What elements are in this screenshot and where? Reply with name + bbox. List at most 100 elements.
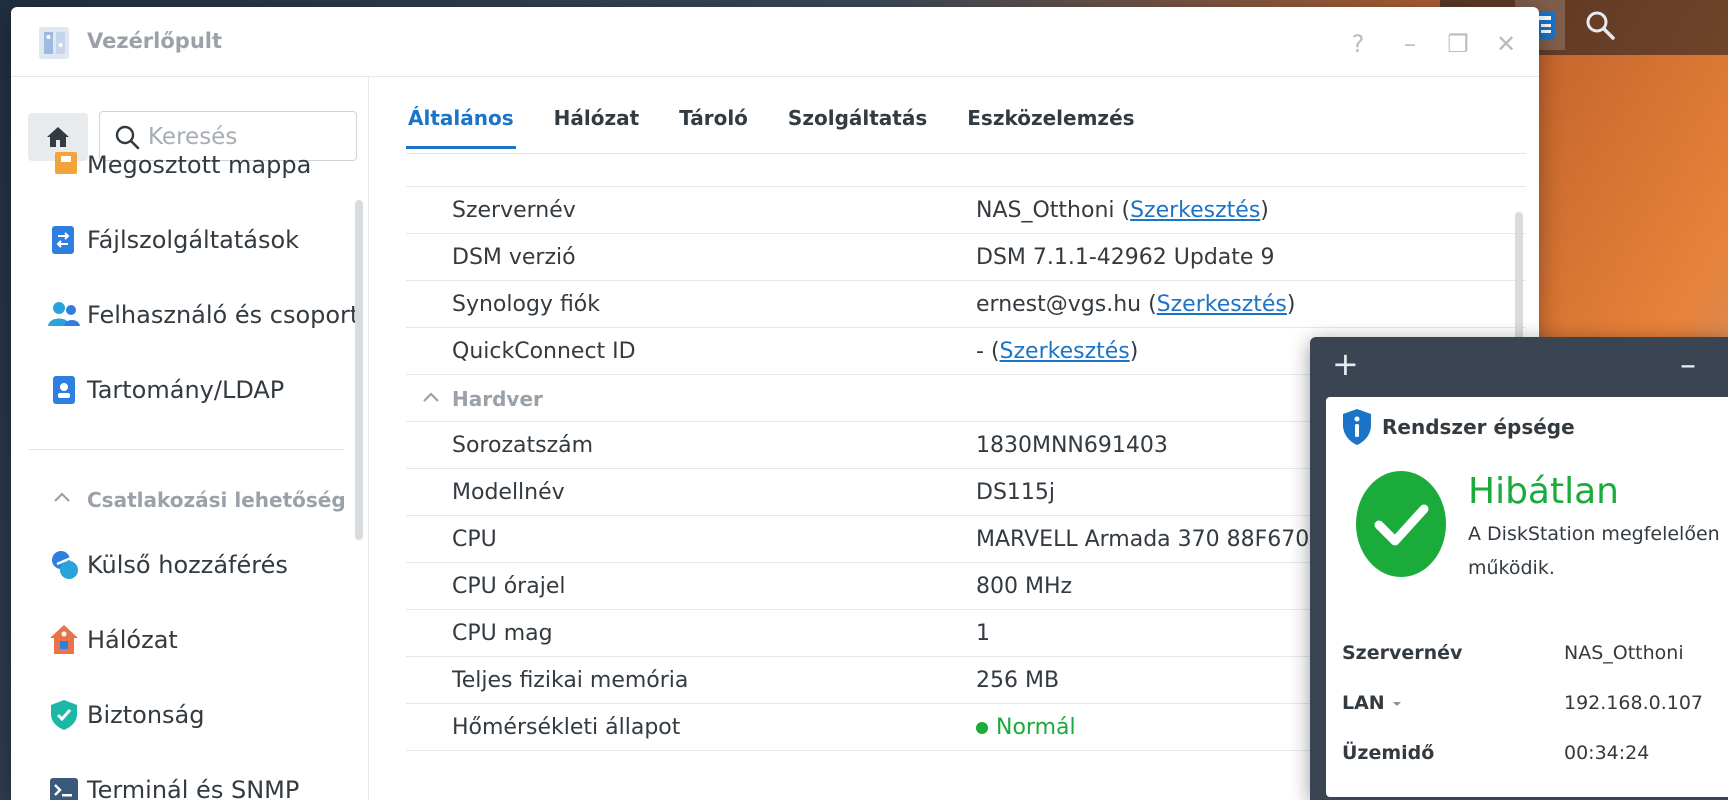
- row-key: QuickConnect ID: [452, 339, 636, 364]
- widget-panel: + – Rendszer épsége Hibátlan A DiskStati…: [1310, 337, 1728, 800]
- widget-row-key: Üzemidő: [1342, 742, 1435, 764]
- user-group-icon: [47, 298, 81, 332]
- table-row-partial: [406, 165, 1526, 187]
- row-value: 256 MB: [976, 668, 1060, 693]
- sidebar-item-user-group[interactable]: Felhasználó és csoport: [11, 285, 359, 345]
- row-key: Synology fiók: [452, 292, 600, 317]
- close-button[interactable]: ✕: [1489, 27, 1523, 61]
- sidebar-item-label: Tartomány/LDAP: [87, 376, 285, 404]
- control-panel-app-icon: [37, 25, 71, 61]
- tab-underline-divider: [406, 153, 1526, 154]
- row-value: DSM 7.1.1-42962 Update 9: [976, 245, 1275, 270]
- sidebar-scrollbar[interactable]: [355, 200, 363, 540]
- row-value: - (Szerkesztés): [976, 339, 1139, 364]
- tab-network[interactable]: Hálózat: [552, 99, 642, 149]
- group-label: Hardver: [452, 387, 543, 411]
- sidebar-item-shared-folder[interactable]: Megosztott mappa: [11, 135, 351, 195]
- sidebar-item-external-access[interactable]: Külső hozzáférés: [11, 535, 351, 595]
- row-key: CPU: [452, 527, 497, 552]
- system-health-widget: Rendszer épsége Hibátlan A DiskStation m…: [1326, 397, 1728, 797]
- row-value: 1: [976, 621, 990, 646]
- file-services-icon: [47, 223, 81, 257]
- health-status: Hibátlan: [1468, 471, 1619, 512]
- window-title: Vezérlőpult: [87, 29, 223, 53]
- maximize-icon: ❐: [1447, 30, 1469, 58]
- tab-service[interactable]: Szolgáltatás: [786, 99, 929, 149]
- widget-row-value: NAS_Otthoni: [1564, 642, 1684, 664]
- sidebar-item-label: Hálózat: [87, 626, 178, 654]
- search-icon[interactable]: [1575, 0, 1625, 50]
- domain-ldap-icon: [47, 373, 81, 407]
- title-bar[interactable]: Vezérlőpult ? – ❐ ✕: [11, 7, 1539, 77]
- table-row: Szervernév NAS_Otthoni (Szerkesztés): [406, 187, 1526, 234]
- row-value: ernest@vgs.hu (Szerkesztés): [976, 292, 1296, 317]
- status-ok-dot: [976, 722, 988, 734]
- chevron-up-icon: [53, 489, 71, 508]
- sidebar-item-label: Biztonság: [87, 701, 205, 729]
- sidebar-item-label: Terminál és SNMP: [87, 776, 300, 800]
- sidebar-item-label: Megosztott mappa: [87, 151, 312, 179]
- widget-row-server-name: Szervernév NAS_Otthoni: [1342, 642, 1722, 672]
- widget-row-uptime: Üzemidő 00:34:24: [1342, 742, 1722, 772]
- widget-row-key: LAN: [1342, 692, 1403, 714]
- widget-row-value: 00:34:24: [1564, 742, 1650, 764]
- sidebar-divider: [28, 449, 344, 450]
- minimize-icon: –: [1404, 30, 1416, 58]
- sidebar-item-network[interactable]: Hálózat: [11, 610, 351, 670]
- add-widget-button[interactable]: +: [1332, 348, 1359, 380]
- help-button[interactable]: ?: [1341, 27, 1375, 61]
- tab-bar: Általános Hálózat Tároló Szolgáltatás Es…: [406, 99, 1137, 149]
- shared-folder-icon: [47, 148, 81, 182]
- row-key: Modellnév: [452, 480, 565, 505]
- row-value: 800 MHz: [976, 574, 1073, 599]
- sidebar-item-label: Külső hozzáférés: [87, 551, 288, 579]
- temperature-status: Normál: [996, 715, 1076, 740]
- minimize-button[interactable]: –: [1393, 27, 1427, 61]
- network-house-icon: [47, 623, 81, 657]
- row-value: DS115j: [976, 480, 1056, 505]
- sidebar-item-label: Felhasználó és csoport: [87, 301, 360, 329]
- tab-storage[interactable]: Tároló: [677, 99, 750, 149]
- info-shield-icon: [1340, 407, 1374, 451]
- tab-general[interactable]: Általános: [406, 99, 516, 149]
- sidebar-section-connectivity[interactable]: Csatlakozási lehetőség: [11, 475, 351, 525]
- row-value: Normál: [976, 715, 1076, 740]
- row-value: 1830MNN691403: [976, 433, 1168, 458]
- widget-row-key: Szervernév: [1342, 642, 1463, 664]
- security-shield-icon: [47, 698, 81, 732]
- close-icon: ✕: [1495, 30, 1517, 58]
- sidebar: Megosztott mappa Fájlszolgáltatások Felh…: [11, 77, 369, 800]
- row-value: MARVELL Armada 370 88F6707: [976, 527, 1324, 552]
- external-access-icon: [47, 548, 81, 582]
- sidebar-section-label: Csatlakozási lehetőség: [87, 488, 346, 512]
- dropdown-caret-icon: [1393, 701, 1402, 706]
- sidebar-item-security[interactable]: Biztonság: [11, 685, 351, 745]
- edit-synology-account-link[interactable]: Szerkesztés: [1157, 292, 1287, 317]
- row-key: Szervernév: [452, 198, 576, 223]
- sidebar-item-domain-ldap[interactable]: Tartomány/LDAP: [11, 360, 351, 420]
- minimize-widgets-button[interactable]: –: [1680, 348, 1696, 380]
- tab-device-analytics[interactable]: Eszközelemzés: [965, 99, 1136, 149]
- sidebar-item-file-services[interactable]: Fájlszolgáltatások: [11, 210, 351, 270]
- widget-row-value: 192.168.0.107: [1564, 692, 1704, 714]
- row-key: Sorozatszám: [452, 433, 594, 458]
- edit-server-name-link[interactable]: Szerkesztés: [1130, 198, 1260, 223]
- row-key: CPU mag: [452, 621, 553, 646]
- help-icon: ?: [1351, 30, 1365, 58]
- widget-title: Rendszer épsége: [1382, 415, 1575, 439]
- widget-row-lan[interactable]: LAN 192.168.0.107: [1342, 692, 1722, 722]
- row-value: NAS_Otthoni (Szerkesztés): [976, 198, 1269, 223]
- table-row: DSM verzió DSM 7.1.1-42962 Update 9: [406, 234, 1526, 281]
- terminal-icon: [47, 773, 81, 800]
- table-row: Synology fiók ernest@vgs.hu (Szerkesztés…: [406, 281, 1526, 328]
- row-key: CPU órajel: [452, 574, 566, 599]
- chevron-up-icon: [422, 389, 440, 408]
- row-key: DSM verzió: [452, 245, 576, 270]
- row-key: Hőmérsékleti állapot: [452, 715, 681, 740]
- sidebar-item-terminal-snmp[interactable]: Terminál és SNMP: [11, 760, 351, 800]
- row-key: Teljes fizikai memória: [452, 668, 689, 693]
- health-description: A DiskStation megfelelően működik.: [1468, 523, 1720, 579]
- edit-quickconnect-link[interactable]: Szerkesztés: [1000, 339, 1130, 364]
- maximize-button[interactable]: ❐: [1441, 27, 1475, 61]
- sidebar-item-label: Fájlszolgáltatások: [87, 226, 300, 254]
